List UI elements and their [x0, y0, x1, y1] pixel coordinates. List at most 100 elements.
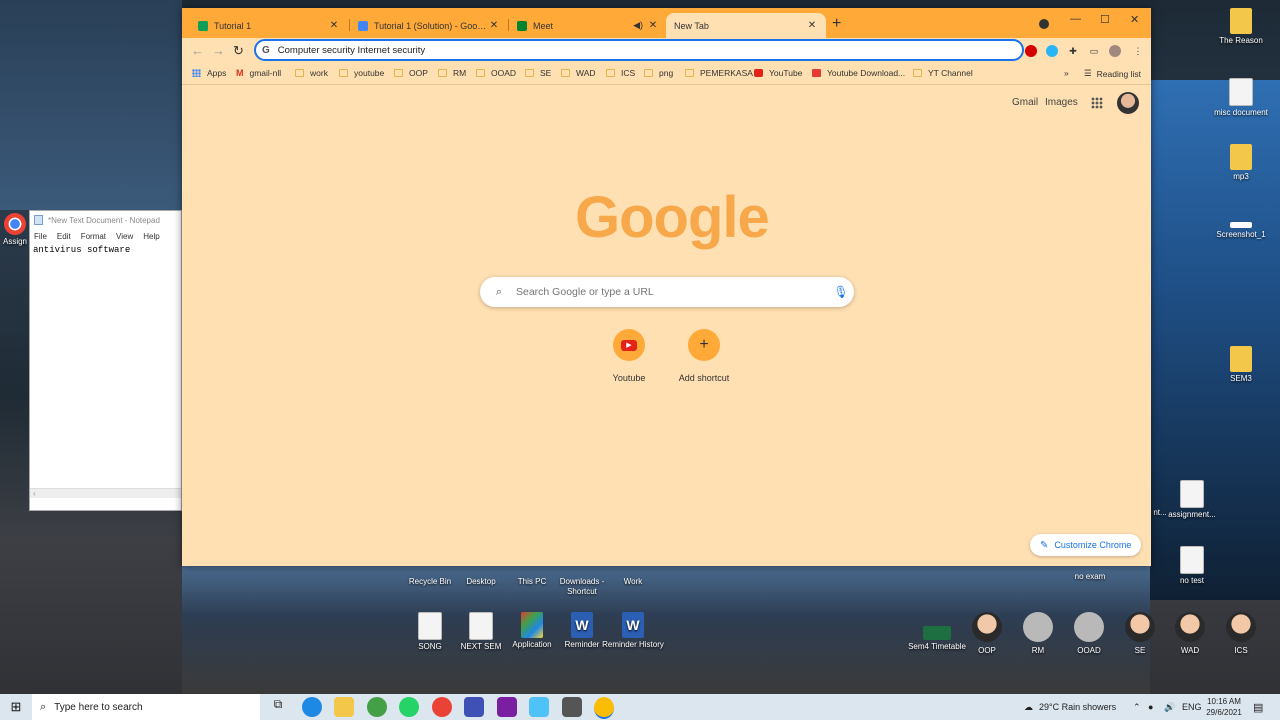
file-explorer-icon[interactable] [334, 697, 354, 717]
bookmark-youtube[interactable]: YouTube [754, 68, 802, 78]
account-avatar[interactable] [1117, 92, 1139, 114]
weather-widget[interactable]: ☁ 29°C Rain showers [1024, 694, 1116, 720]
microphone-tray-icon[interactable]: ● [1148, 694, 1153, 720]
task-view-icon[interactable]: ⧉ [268, 697, 288, 717]
maximize-button[interactable]: ☐ [1100, 13, 1110, 26]
bookmark-rm[interactable]: RM [438, 68, 466, 78]
desktop-icon-reminder-history[interactable]: W Reminder History [601, 612, 665, 650]
volume-icon[interactable]: 🔊 [1164, 694, 1175, 720]
desktop-icon-label: Desktop [466, 577, 496, 586]
bookmark-work[interactable]: work [295, 68, 328, 78]
shortcut-youtube[interactable]: ▶ Youtube [594, 329, 664, 383]
notepad-menu: File Edit Format View Help [30, 229, 181, 243]
customize-chrome-button[interactable]: ✎ Customize Chrome [1030, 534, 1142, 556]
taskbar-clock[interactable]: 10:16 AM 29/6/2021 [1200, 696, 1248, 718]
close-icon[interactable]: ✕ [806, 20, 818, 31]
chrome-profile-icon[interactable] [432, 697, 452, 717]
back-icon[interactable]: ← [191, 43, 204, 58]
gmail-icon: M [236, 68, 244, 78]
application-icon [521, 612, 543, 638]
minimize-button[interactable]: — [1070, 13, 1081, 25]
extension-icon[interactable] [1046, 45, 1058, 57]
horizontal-scrollbar[interactable]: ‹ [30, 488, 181, 498]
bookmark-ooad[interactable]: OOAD [476, 68, 516, 78]
speaker-icon[interactable]: ◀) [633, 20, 643, 31]
desktop-icon-sem3[interactable]: SEM3 [1209, 346, 1273, 384]
menu-edit[interactable]: Edit [57, 232, 71, 241]
edge-icon[interactable] [302, 697, 322, 717]
menu-format[interactable]: Format [81, 232, 106, 241]
bookmark-youtube-folder[interactable]: youtube [339, 68, 384, 78]
close-icon[interactable]: ✕ [488, 20, 500, 31]
desktop-icon-no-test[interactable]: no test [1160, 546, 1224, 586]
bookmark-apps[interactable]: Apps [192, 68, 226, 78]
profile-avatar[interactable] [1109, 45, 1121, 57]
ntp-search-box[interactable]: ⌕ 🎙 [480, 277, 854, 307]
tab-new-tab[interactable]: New Tab ✕ [666, 13, 826, 38]
tab-meet[interactable]: Meet ◀) ✕ [509, 13, 667, 38]
search-input[interactable] [514, 285, 828, 299]
address-bar[interactable]: G Computer security Internet security [254, 39, 1024, 61]
notepad-taskbar-icon[interactable] [529, 697, 549, 717]
chrome-window[interactable]: Tutorial 1 ✕ Tutorial 1 (Solution) - Goo… [182, 8, 1151, 566]
gmail-link[interactable]: Gmail [1012, 97, 1038, 108]
desktop-icon-misc-document[interactable]: misc document [1209, 78, 1273, 118]
bookmark-oop[interactable]: OOP [394, 68, 428, 78]
address-bar-text[interactable]: Computer security Internet security [278, 45, 425, 56]
more-icon[interactable]: ⋮ [1132, 45, 1144, 57]
bookmark-yt-channel[interactable]: YT Channel [913, 68, 973, 78]
visual-studio-icon[interactable] [497, 697, 517, 717]
opera-extension-icon[interactable] [1025, 45, 1037, 57]
terminal-icon[interactable] [562, 697, 582, 717]
app-shield-icon[interactable] [464, 697, 484, 717]
new-tab-button[interactable]: + [832, 16, 841, 32]
images-link[interactable]: Images [1045, 97, 1078, 108]
tab-tutorial-1[interactable]: Tutorial 1 ✕ [190, 13, 348, 38]
bookmark-label: gmail-nll [249, 68, 282, 78]
bookmark-ics[interactable]: ICS [606, 68, 635, 78]
file-icon [418, 612, 442, 640]
desktop-icon-mp3[interactable]: mp3 [1209, 144, 1273, 182]
notepad-window[interactable]: *New Text Document - Notepad File Edit F… [29, 210, 182, 511]
tab-tutorial-solution[interactable]: Tutorial 1 (Solution) - Google Do ✕ [350, 13, 508, 38]
bookmark-png[interactable]: png [644, 68, 673, 78]
close-icon[interactable]: ✕ [328, 20, 340, 31]
close-icon[interactable]: ✕ [647, 20, 659, 31]
desktop-icon-assignment[interactable]: assignment... [1160, 480, 1224, 520]
reading-list-button[interactable]: ☰ Reading list [1084, 68, 1141, 79]
cast-icon[interactable]: ▭ [1088, 45, 1100, 57]
desktop-icon-the-reason[interactable]: The Reason [1209, 8, 1273, 46]
taskbar-search[interactable]: ⌕ Type here to search [32, 694, 260, 720]
shortcut-label: Add shortcut [678, 373, 730, 383]
window-close-button[interactable]: ✕ [1130, 13, 1139, 26]
bookmark-pemerkasa[interactable]: PEMERKASA [685, 68, 753, 78]
desktop-icon-work[interactable]: Work [601, 577, 665, 587]
puzzle-icon[interactable]: ✚ [1067, 45, 1079, 57]
whatsapp-icon[interactable] [399, 697, 419, 717]
chrome-active-icon[interactable] [594, 697, 614, 719]
desktop-icon-ics[interactable]: ICS [1209, 612, 1273, 656]
tab-search-icon[interactable] [1039, 19, 1049, 29]
microphone-icon[interactable]: 🎙 [828, 285, 854, 299]
google-apps-icon[interactable] [1091, 97, 1103, 109]
bookmark-wad[interactable]: WAD [561, 68, 596, 78]
notification-icon[interactable]: ▤ [1253, 694, 1263, 720]
bookmark-gmail[interactable]: Mgmail-nll [236, 68, 281, 78]
chevron-up-icon[interactable]: ⌃ [1133, 694, 1141, 720]
desktop-icon-assign[interactable]: Assign [0, 213, 30, 247]
language-indicator[interactable]: ENG [1182, 694, 1202, 720]
menu-help[interactable]: Help [143, 232, 159, 241]
notepad-text-area[interactable]: antivirus software [30, 243, 181, 257]
reload-icon[interactable]: ↻ [233, 43, 244, 59]
bookmark-youtube-download[interactable]: Youtube Download... [812, 68, 905, 78]
more-bookmarks-button[interactable]: » [1064, 68, 1069, 78]
chrome-app-icon[interactable] [367, 697, 387, 717]
bookmark-se[interactable]: SE [525, 68, 551, 78]
desktop-icon-screenshot[interactable]: Screenshot_1 [1209, 222, 1273, 240]
windows-start-icon[interactable]: ⊞ [0, 699, 32, 715]
forward-icon[interactable]: → [212, 43, 225, 58]
shortcut-add[interactable]: + Add shortcut [669, 329, 739, 383]
menu-file[interactable]: File [34, 232, 47, 241]
notepad-titlebar[interactable]: *New Text Document - Notepad [30, 211, 181, 229]
menu-view[interactable]: View [116, 232, 133, 241]
